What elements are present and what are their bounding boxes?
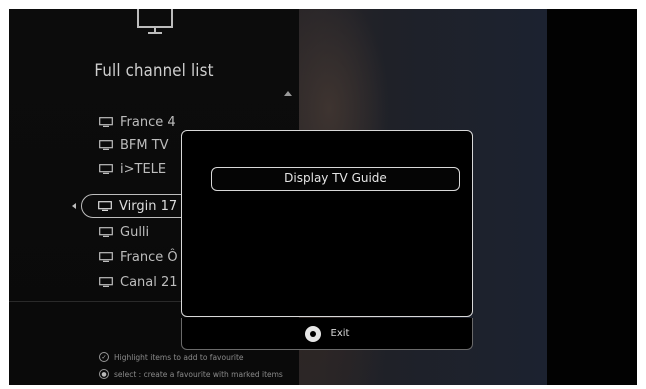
tv-icon	[98, 201, 112, 211]
ok-button-icon[interactable]	[304, 325, 321, 342]
ok-circle-icon: ●	[99, 369, 109, 379]
channel-label: Canal 21	[120, 274, 178, 290]
channel-label: Gulli	[120, 224, 150, 240]
tv-icon	[99, 227, 113, 237]
channel-item-france-o[interactable]: France Ô	[99, 247, 178, 267]
channel-item-france-4[interactable]: France 4	[99, 112, 176, 132]
display-tv-guide-button[interactable]: Display TV Guide	[211, 167, 460, 191]
channel-label: Virgin 17	[119, 198, 178, 214]
tv-icon	[99, 140, 113, 150]
tv-icon	[99, 164, 113, 174]
hint-favourite: ✓ Highlight items to add to favourite	[99, 352, 244, 362]
check-circle-icon: ✓	[99, 352, 109, 362]
tv-screen: Full channel list France 4 BFM TV i>TELE…	[9, 9, 637, 385]
channel-item-gulli[interactable]: Gulli	[99, 222, 149, 242]
hint-select: ● select : create a favourite with marke…	[99, 369, 283, 379]
tv-icon	[99, 117, 113, 127]
selection-left-arrow-icon	[72, 203, 76, 209]
tv-icon	[99, 277, 113, 287]
black-bar	[547, 9, 637, 385]
channel-label: France 4	[120, 114, 176, 130]
context-menu-dialog: Display TV Guide	[181, 130, 473, 317]
channel-item-itele[interactable]: i>TELE	[99, 159, 166, 179]
channel-label: France Ô	[120, 249, 178, 265]
tv-icon	[99, 252, 113, 262]
channel-item-canal-21[interactable]: Canal 21	[99, 272, 178, 292]
tv-header-icon	[137, 9, 173, 34]
scroll-up-arrow-icon[interactable]	[284, 91, 292, 96]
panel-title: Full channel list	[94, 61, 214, 81]
hint-text: select : create a favourite with marked …	[114, 369, 283, 379]
dialog-footer: Exit	[181, 318, 473, 350]
hint-text: Highlight items to add to favourite	[114, 352, 244, 362]
channel-item-bfm-tv[interactable]: BFM TV	[99, 135, 169, 155]
channel-label: BFM TV	[120, 137, 169, 153]
channel-label: i>TELE	[120, 161, 167, 177]
exit-label[interactable]: Exit	[331, 328, 350, 339]
